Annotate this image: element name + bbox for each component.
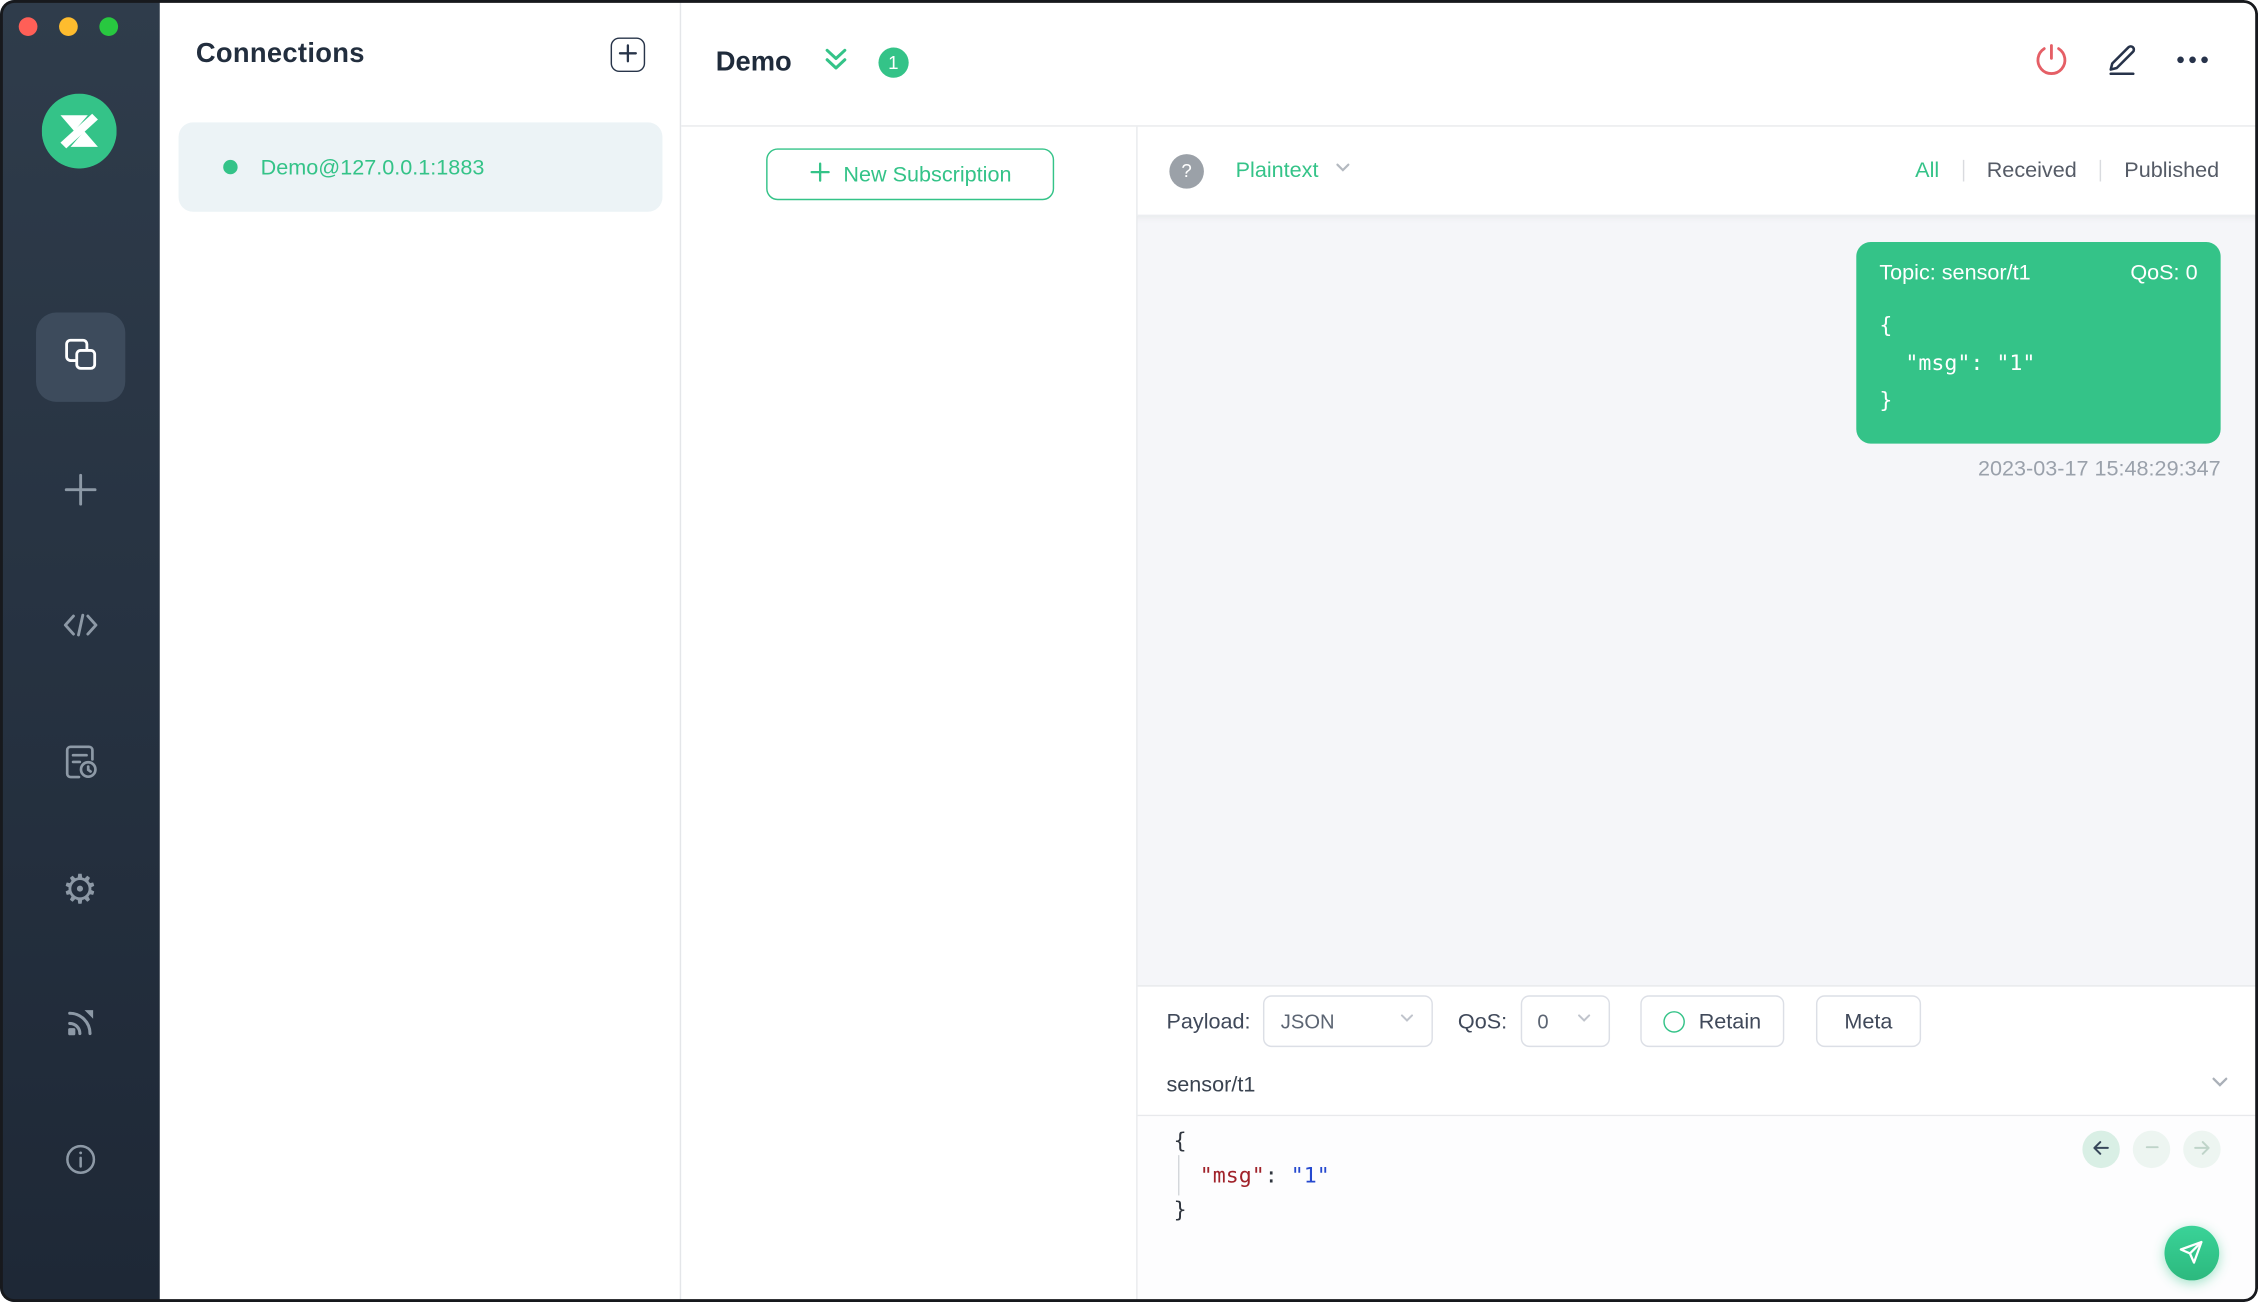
subscriptions-panel: New Subscription (681, 127, 1138, 1302)
payload-editor[interactable]: { "msg": "1" } (1138, 1116, 2258, 1302)
connection-header: Demo 1 (681, 0, 2258, 127)
edit-connection-button[interactable] (2104, 41, 2140, 84)
new-subscription-label: New Subscription (843, 162, 1011, 186)
message-count-badge: 1 (878, 48, 908, 78)
qos-label: QoS: (1458, 1009, 1507, 1033)
retain-toggle[interactable]: Retain (1640, 995, 1785, 1047)
json-key: "msg" (1200, 1162, 1265, 1188)
chevron-down-icon (1333, 158, 1352, 184)
disconnect-button[interactable] (2033, 41, 2069, 84)
code-line: } (1174, 1193, 2258, 1228)
sidebar-item-script[interactable] (35, 583, 124, 672)
log-icon (60, 741, 100, 789)
sidebar-item-log[interactable] (35, 720, 124, 809)
tab-divider (1962, 160, 1963, 182)
messages-toolbar: ? Plaintext All Received Published (1138, 127, 2258, 216)
mqttx-logo (42, 94, 117, 169)
more-options-button[interactable] (2175, 41, 2211, 84)
mqttx-window: ⚙ Connections (0, 0, 2258, 1302)
tab-received[interactable]: Received (1985, 156, 2078, 186)
message-payload: { "msg": "1" } (1879, 307, 2197, 419)
chevron-down-icon (2209, 1071, 2231, 1100)
history-back-button[interactable] (2082, 1131, 2119, 1168)
new-connection-icon (58, 467, 101, 517)
page-title: Demo (716, 47, 792, 79)
minus-icon (2142, 1138, 2161, 1161)
help-button[interactable]: ? (1169, 153, 1204, 188)
connections-icon (61, 335, 98, 380)
window-controls (19, 17, 118, 36)
message-topic: Topic: sensor/t1 (1879, 261, 2030, 285)
message-timestamp: 2023-03-17 15:48:29:347 (1978, 457, 2221, 481)
power-icon (2033, 41, 2069, 84)
settings-icon: ⚙ (62, 870, 98, 910)
connection-name: Demo@127.0.0.1:1883 (261, 155, 485, 179)
ellipsis-icon (2175, 41, 2211, 84)
sidebar-item-about[interactable] (35, 1118, 124, 1207)
payload-label: Payload: (1166, 1009, 1250, 1033)
indent-guide (1178, 1155, 1179, 1195)
info-icon (61, 1140, 98, 1185)
tab-published[interactable]: Published (2123, 156, 2221, 186)
message-bubble: Topic: sensor/t1 QoS: 0 { "msg": "1" } (1856, 242, 2220, 444)
main-area: Demo 1 (681, 0, 2258, 1302)
add-connection-button[interactable] (611, 37, 646, 72)
payload-history-controls (2082, 1131, 2220, 1168)
retain-radio-icon (1663, 1010, 1685, 1032)
send-button[interactable] (2164, 1226, 2219, 1281)
connection-status-dot (223, 160, 237, 174)
collapse-editor-button[interactable] (2209, 1071, 2231, 1100)
app-sidebar: ⚙ (0, 0, 160, 1302)
arrow-left-icon (2091, 1137, 2111, 1161)
connections-panel: Connections Demo@127.0.0.1:1883 (160, 0, 681, 1302)
send-icon (2177, 1236, 2207, 1269)
plus-icon (809, 161, 831, 188)
broadcast-icon (61, 1003, 98, 1048)
sidebar-item-new-connection[interactable] (35, 448, 124, 537)
history-forward-button[interactable] (2183, 1131, 2220, 1168)
sidebar-item-settings[interactable]: ⚙ (35, 845, 124, 934)
script-icon (58, 603, 101, 653)
new-subscription-button[interactable]: New Subscription (766, 148, 1054, 200)
payload-type-select[interactable]: JSON (1264, 995, 1434, 1047)
collapse-panel-button[interactable] (821, 44, 851, 81)
publish-panel: Payload: JSON QoS: 0 (1138, 985, 2258, 1302)
close-button[interactable] (19, 17, 38, 36)
edit-icon (2104, 41, 2140, 84)
meta-button[interactable]: Meta (1816, 995, 1921, 1047)
arrow-right-icon (2192, 1137, 2212, 1161)
topic-row (1138, 1056, 2258, 1116)
chevron-down-icon (1575, 1008, 1592, 1034)
sidebar-item-broadcast[interactable] (35, 981, 124, 1070)
payload-type-value: JSON (1281, 1010, 1335, 1033)
publish-options-row: Payload: JSON QoS: 0 (1138, 987, 2258, 1056)
message-list: Topic: sensor/t1 QoS: 0 { "msg": "1" } 2… (1138, 216, 2258, 985)
qos-value: 0 (1537, 1010, 1548, 1033)
json-value: "1" (1291, 1162, 1330, 1188)
chevron-down-icon (1399, 1008, 1416, 1034)
sidebar-item-connections[interactable] (35, 313, 124, 402)
tab-all[interactable]: All (1914, 156, 1941, 186)
tab-divider (2100, 160, 2101, 182)
zoom-button[interactable] (99, 17, 118, 36)
message-qos: QoS: 0 (2130, 261, 2197, 285)
messages-panel: ? Plaintext All Received Published (1138, 127, 2258, 1302)
connections-panel-title: Connections (196, 39, 365, 71)
topic-input[interactable] (1166, 1073, 2209, 1097)
qos-select[interactable]: 0 (1520, 995, 1609, 1047)
connection-list-item[interactable]: Demo@127.0.0.1:1883 (179, 122, 663, 211)
message-filter-tabs: All Received Published (1914, 156, 2221, 186)
payload-format-select[interactable]: Plaintext (1236, 158, 1352, 184)
payload-format-value: Plaintext (1236, 158, 1319, 182)
double-chevron-down-icon (821, 44, 851, 81)
retain-label: Retain (1699, 1009, 1761, 1033)
minimize-button[interactable] (59, 17, 78, 36)
plus-icon (618, 42, 638, 66)
history-current-button[interactable] (2133, 1131, 2170, 1168)
